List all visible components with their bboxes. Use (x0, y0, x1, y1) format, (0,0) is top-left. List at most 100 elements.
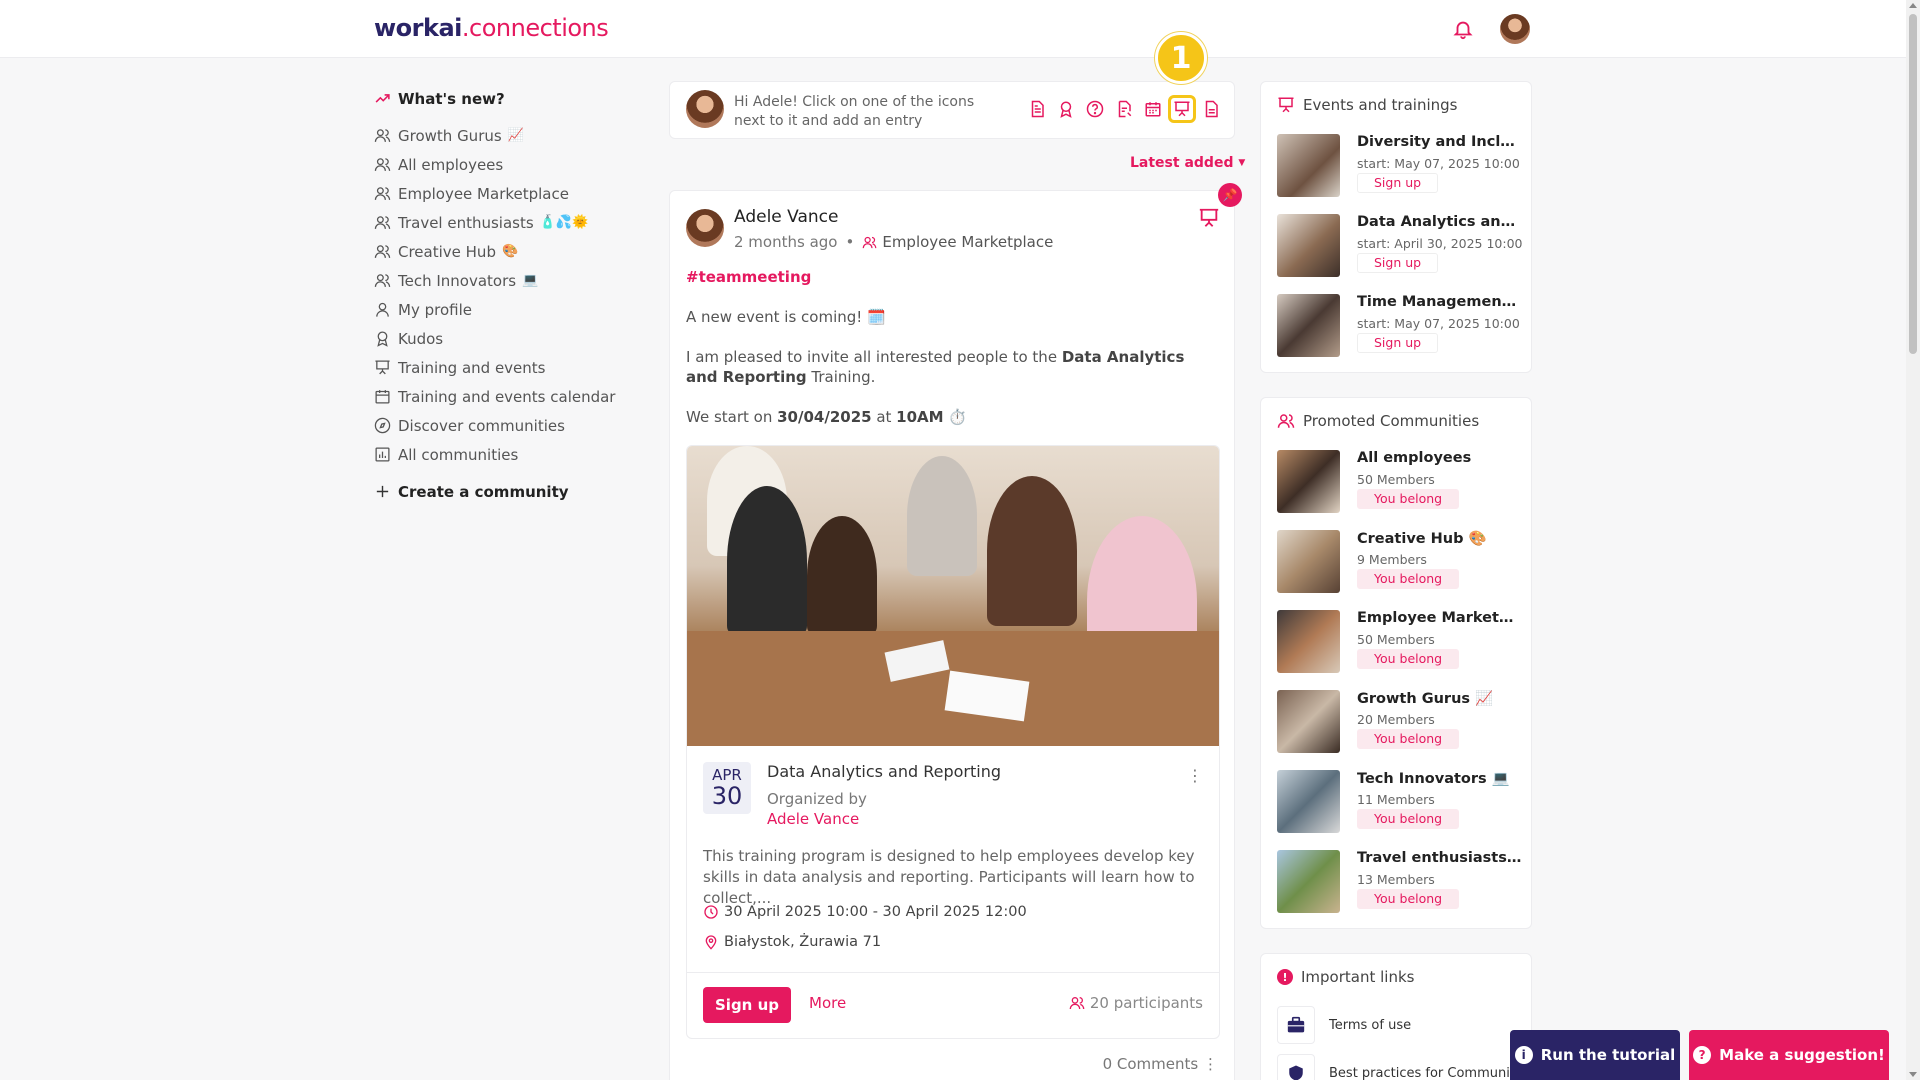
user-avatar[interactable] (1500, 14, 1530, 44)
sidebar-item-all-communities[interactable]: All communities (374, 440, 634, 469)
community-item-title[interactable]: Creative Hub 🎨 (1357, 530, 1522, 547)
comments-link[interactable]: 0 Comments ⋮ (1103, 1055, 1218, 1073)
event-organizer-link[interactable]: Adele Vance (767, 810, 859, 828)
sidebar-item-my-profile[interactable]: My profile (374, 295, 634, 324)
sidebar-item-all-employees[interactable]: All employees (374, 150, 634, 179)
event-sign-up-button[interactable]: Sign up (1357, 173, 1439, 193)
sidebar-item-training-and-events[interactable]: Training and events (374, 353, 634, 382)
post-community-link[interactable]: Employee Marketplace (862, 233, 1053, 251)
community-thumbnail[interactable] (1277, 610, 1340, 673)
more-button[interactable]: More (809, 994, 846, 1012)
you-belong-badge[interactable]: You belong (1357, 809, 1460, 829)
you-belong-badge[interactable]: You belong (1357, 569, 1460, 589)
author-avatar[interactable] (686, 209, 724, 247)
event-item-title[interactable]: Time Management ... (1357, 294, 1522, 310)
run-tutorial-label: Run the tutorial (1540, 1046, 1676, 1064)
event-item-title[interactable]: Data Analytics and ... (1357, 214, 1522, 230)
sidebar-item-discover-communities[interactable]: Discover communities (374, 411, 634, 440)
create-community-button[interactable]: Create a community (374, 477, 634, 506)
kebab-menu-icon[interactable]: ⋮ (1187, 766, 1203, 785)
kudos-icon[interactable] (1055, 98, 1077, 120)
event-item-title[interactable]: Diversity and Inclusi... (1357, 134, 1522, 150)
sidebar-item-tech-innovators[interactable]: Tech Innovators 💻 (374, 266, 634, 295)
community-item-title[interactable]: Employee Marketpla... (1357, 610, 1522, 626)
composer-avatar (686, 90, 724, 128)
event-sign-up-button[interactable]: Sign up (1357, 333, 1439, 353)
community-thumbnail[interactable] (1277, 690, 1340, 753)
sidebar-item-creative-hub[interactable]: Creative Hub 🎨 (374, 237, 634, 266)
community-thumbnail[interactable] (1277, 770, 1340, 833)
hashtag-link[interactable]: #teammeeting (686, 267, 1220, 287)
you-belong-badge[interactable]: You belong (1357, 729, 1460, 749)
community-thumbnail[interactable] (1277, 850, 1340, 913)
event-list-item[interactable]: Time Management ... start: May 07, 2025 1… (1277, 294, 1523, 358)
you-belong-badge[interactable]: You belong (1357, 889, 1460, 909)
community-thumbnail[interactable] (1277, 450, 1340, 513)
bell-icon[interactable] (1452, 18, 1474, 40)
community-list-item[interactable]: Creative Hub 🎨 9 Members You belong (1277, 530, 1523, 594)
composer-hint[interactable]: Hi Adele! Click on one of the icons next… (734, 93, 994, 131)
event-thumbnail[interactable] (1277, 294, 1340, 357)
community-list-item[interactable]: Tech Innovators 💻 11 Members You belong (1277, 770, 1523, 834)
sidebar-item-employee-marketplace[interactable]: Employee Marketplace (374, 179, 634, 208)
links-panel-title: ! Important links (1277, 968, 1414, 986)
logo[interactable]: workai.connections (374, 14, 609, 42)
link-terms-of-use[interactable]: Terms of use (1277, 1006, 1411, 1044)
file-icon[interactable] (1200, 98, 1222, 120)
photo-person (727, 486, 807, 636)
group-icon (374, 216, 391, 229)
sidebar-item-label: Training and events (398, 358, 546, 377)
event-location-text: Białystok, Żurawia 71 (724, 934, 882, 950)
you-belong-badge[interactable]: You belong (1357, 649, 1460, 669)
sidebar-item-training-and-events-calendar[interactable]: Training and events calendar (374, 382, 634, 411)
briefcase-icon (1277, 1006, 1315, 1044)
post-author[interactable]: Adele Vance (734, 207, 838, 227)
document-edit-icon[interactable] (1113, 98, 1135, 120)
post-meta: 2 months ago • Employee Marketplace (734, 233, 1053, 251)
community-list-item[interactable]: Employee Marketpla... 50 Members You belon… (1277, 610, 1523, 674)
community-item-title[interactable]: All employees (1357, 450, 1522, 466)
calendar-icon[interactable] (1142, 98, 1164, 120)
event-list-item[interactable]: Diversity and Inclusi... start: May 07, 2… (1277, 134, 1523, 198)
event-title[interactable]: Data Analytics and Reporting (767, 762, 1001, 781)
community-list-item[interactable]: Growth Gurus 📈 20 Members You belong (1277, 690, 1523, 754)
sidebar-item-travel-enthusiasts[interactable]: Travel enthusiasts 🧴💦🌞 (374, 208, 634, 237)
community-item-title[interactable]: Growth Gurus 📈 (1357, 690, 1522, 707)
event-day: 30 (711, 782, 743, 810)
sort-dropdown[interactable]: Latest added ▼ (1130, 155, 1245, 171)
presentation-icon[interactable] (1168, 95, 1196, 123)
sidebar-item-emoji: 📈 (507, 128, 524, 143)
scroll-up-arrow[interactable] (1909, 3, 1917, 8)
event-sign-up-button[interactable]: Sign up (1357, 253, 1439, 273)
link-best-practices[interactable]: Best practices for Community (1277, 1054, 1523, 1080)
question-icon[interactable] (1084, 98, 1106, 120)
divider (687, 972, 1219, 973)
sidebar-nav-list: Growth Gurus 📈 All employees Employee Marke… (374, 121, 634, 469)
community-thumbnail[interactable] (1277, 530, 1340, 593)
community-list-item[interactable]: Travel enthusiasts ... 13 Members You belo… (1277, 850, 1523, 914)
kebab-menu-icon[interactable]: ⋮ (1203, 1055, 1218, 1073)
photo-person (987, 476, 1077, 626)
scroll-down-arrow[interactable] (1909, 1072, 1917, 1077)
community-list-item[interactable]: All employees 50 Members You belong (1277, 450, 1523, 514)
participants-count[interactable]: 20 participants (1069, 994, 1203, 1012)
make-suggestion-button[interactable]: ? Make a suggestion! (1689, 1030, 1889, 1080)
article-icon[interactable] (1026, 98, 1048, 120)
scrollbar[interactable] (1906, 0, 1920, 1080)
scrollbar-thumb[interactable] (1909, 14, 1917, 354)
event-thumbnail[interactable] (1277, 134, 1340, 197)
sign-up-button[interactable]: Sign up (703, 987, 791, 1023)
participants-text: 20 participants (1089, 994, 1203, 1012)
sidebar-item-growth-gurus[interactable]: Growth Gurus 📈 (374, 121, 634, 150)
pin-icon[interactable]: 📌 (1218, 183, 1242, 207)
community-item-title[interactable]: Tech Innovators 💻 (1357, 770, 1522, 787)
you-belong-badge[interactable]: You belong (1357, 489, 1460, 509)
sidebar-item-whats-new[interactable]: What's new? (374, 84, 634, 113)
event-list-item[interactable]: Data Analytics and ... start: April 30, 2… (1277, 214, 1523, 278)
sidebar-item-kudos[interactable]: Kudos (374, 324, 634, 353)
run-tutorial-button[interactable]: i Run the tutorial (1510, 1030, 1680, 1080)
event-photo[interactable] (687, 446, 1219, 746)
sidebar-item-emoji: 💻 (522, 273, 539, 288)
community-item-title[interactable]: Travel enthusiasts ... (1357, 850, 1522, 866)
event-thumbnail[interactable] (1277, 214, 1340, 277)
